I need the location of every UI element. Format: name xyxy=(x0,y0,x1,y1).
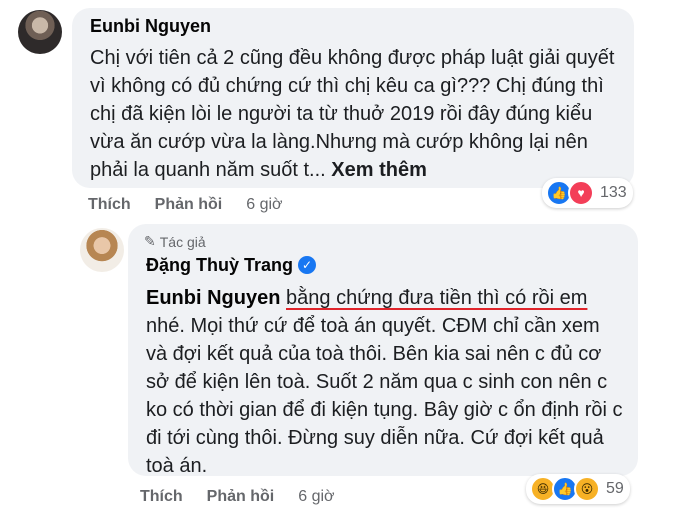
reply-text: Eunbi Nguyen bằng chứng đưa tiền thì có … xyxy=(146,284,626,480)
reaction-count: 59 xyxy=(606,480,624,497)
love-icon: ♥ xyxy=(568,180,594,206)
comment-author-name[interactable]: Eunbi Nguyen xyxy=(90,16,211,37)
verified-icon: ✓ xyxy=(298,256,316,274)
wow-icon: 😮 xyxy=(574,476,600,502)
reaction-summary[interactable]: 👍 ♥ 133 xyxy=(542,178,633,208)
underlined-text: bằng chứng đưa tiền thì có rồi em xyxy=(286,287,588,309)
see-more-link[interactable]: Xem thêm xyxy=(331,159,427,181)
timestamp[interactable]: 6 giờ xyxy=(298,488,334,506)
author-badge-label: Tác giả xyxy=(159,233,206,250)
avatar-dang-thuy-trang[interactable] xyxy=(80,228,124,272)
timestamp[interactable]: 6 giờ xyxy=(246,196,282,214)
mention-link[interactable]: Eunbi Nguyen xyxy=(146,287,280,309)
comment-text: Chị với tiên cả 2 cũng đều không được ph… xyxy=(90,44,630,184)
reply-author-name[interactable]: Đặng Thuỳ Trang xyxy=(146,255,293,276)
comment-actions: Thích Phản hồi 6 giờ xyxy=(88,196,283,214)
reaction-summary[interactable]: 😆 👍 😮 59 xyxy=(526,474,630,504)
avatar-eunbi[interactable] xyxy=(18,10,62,54)
reply-body: nhé. Mọi thứ cứ để toà án quyết. CĐM chỉ… xyxy=(146,315,623,477)
reply-button[interactable]: Phản hồi xyxy=(155,196,223,214)
like-button[interactable]: Thích xyxy=(140,488,183,506)
reply-button[interactable]: Phản hồi xyxy=(207,488,275,506)
author-badge: ✎ Tác giả xyxy=(144,233,206,250)
reaction-count: 133 xyxy=(600,184,627,201)
pen-icon: ✎ xyxy=(144,233,156,249)
like-button[interactable]: Thích xyxy=(88,196,131,214)
reply-actions: Thích Phản hồi 6 giờ xyxy=(140,488,335,506)
